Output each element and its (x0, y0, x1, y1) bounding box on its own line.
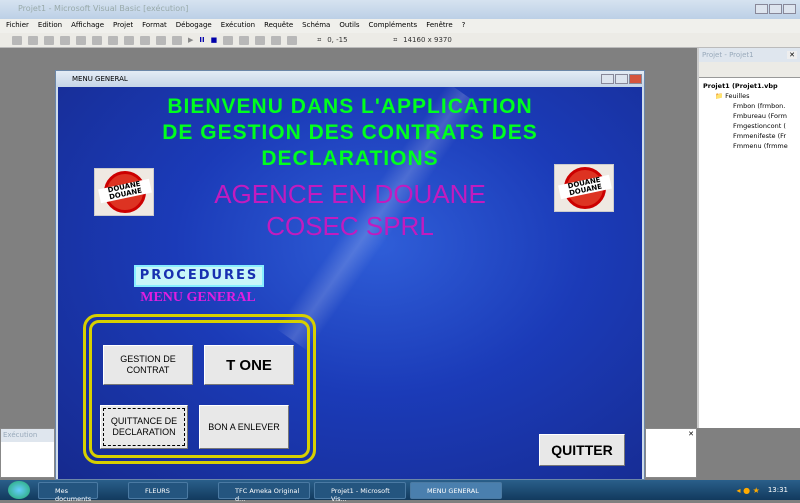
headline-line-1: BIENVENU DANS L'APPLICATION (167, 95, 533, 118)
gestion-contrat-button[interactable]: GESTION DE CONTRAT (103, 345, 193, 385)
douane-logo-right: DOUANE DOUANE (554, 164, 614, 212)
menu-outils[interactable]: Outils (339, 21, 359, 31)
menu-bar: Fichier Edition Affichage Projet Format … (0, 19, 800, 33)
menu-complements[interactable]: Compléments (369, 21, 418, 31)
douane-logo-left: DOUANE DOUANE (94, 168, 154, 216)
quittance-declaration-button[interactable]: QUITTANCE DE DECLARATION (100, 405, 188, 449)
properties-icon[interactable] (239, 35, 250, 45)
bottom-right-panel: ✕ (645, 428, 697, 478)
cut-icon[interactable] (92, 35, 102, 45)
execution-panel: Exécution (0, 428, 55, 478)
add-form-icon[interactable] (28, 35, 38, 45)
form-layout-icon[interactable] (255, 35, 266, 45)
taskbar-projet1[interactable]: Projet1 - Microsoft Vis... (314, 481, 406, 503)
menu-requete[interactable]: Requête (264, 21, 293, 31)
menu-fichier[interactable]: Fichier (6, 21, 29, 31)
menu-fenetre[interactable]: Fenêtre (426, 21, 452, 31)
menu-edition[interactable]: Edition (38, 21, 62, 31)
tree-form-item[interactable]: Fmmenifeste (Fr (703, 131, 800, 141)
tree-project-root[interactable]: Projet1 (Projet1.vbp (703, 81, 800, 91)
menu-execution[interactable]: Exécution (221, 21, 255, 31)
undo-icon[interactable] (156, 35, 166, 45)
find-icon[interactable] (140, 35, 150, 45)
open-icon[interactable] (60, 35, 70, 45)
taskbar-fleurs[interactable]: FLEURS (128, 481, 188, 499)
procedures-label: PROCEDURES (134, 265, 264, 287)
tree-form-item[interactable]: Fmbon (frmbon. (703, 101, 800, 111)
clock[interactable]: 13:31 (768, 486, 788, 494)
project-explorer-icon[interactable] (223, 35, 234, 45)
maximize-button[interactable] (769, 4, 782, 14)
project-explorer: Projet - Projet1 ✕ Projet1 (Projet1.vbp 📁… (697, 48, 800, 428)
menu-debogage[interactable]: Débogage (176, 21, 212, 31)
quitter-button[interactable]: QUITTER (539, 434, 625, 466)
menu-editor-icon[interactable] (44, 35, 54, 45)
tree-form-item[interactable]: Fmgestioncont ( (703, 121, 800, 131)
toolbar: ▶ II ■ ⌗ 0, -15 ⌗ 14160 x 9370 (0, 33, 800, 48)
form-maximize-button[interactable] (615, 74, 628, 84)
taskbar-mes-documents[interactable]: Mes documents (38, 481, 98, 503)
project-explorer-title: Projet - Projet1 (702, 51, 754, 59)
taskbar-menu-general[interactable]: MENU GENERAL (410, 481, 502, 499)
menu-schema[interactable]: Schéma (302, 21, 330, 31)
project-explorer-header: Projet - Projet1 ✕ (699, 48, 800, 62)
form-close-button[interactable] (629, 74, 642, 84)
form-title: MENU GENERAL (72, 75, 128, 83)
menu-help[interactable]: ? (462, 21, 466, 31)
copy-icon[interactable] (108, 35, 118, 45)
menu-general-window: MENU GENERAL BIENVENU DANS L'APPLICATION… (55, 70, 645, 480)
tree-folder-feuilles[interactable]: 📁 Feuilles (703, 91, 800, 101)
project-explorer-toolbar (699, 62, 800, 78)
tree-form-item[interactable]: Fmmenu (frmme (703, 141, 800, 151)
ide-title: Projet1 - Microsoft Visual Basic [exécut… (18, 4, 189, 13)
menu-general-label: MENU GENERAL (140, 290, 256, 305)
taskbar-tfc-ameka[interactable]: TFC Ameka Original d... (218, 481, 310, 503)
form-titlebar: MENU GENERAL (56, 71, 644, 87)
menu-format[interactable]: Format (142, 21, 167, 31)
form-minimize-button[interactable] (601, 74, 614, 84)
object-browser-icon[interactable] (271, 35, 282, 45)
position-readout: 0, -15 (327, 36, 348, 44)
start-button[interactable] (8, 481, 30, 499)
close-button[interactable] (783, 4, 796, 14)
bon-a-enlever-button[interactable]: BON A ENLEVER (199, 405, 289, 449)
tray-icons[interactable]: ◂ ● ★ (737, 486, 760, 495)
pause-icon[interactable]: II (199, 36, 204, 44)
paste-icon[interactable] (124, 35, 134, 45)
add-project-icon[interactable] (12, 35, 22, 45)
close-icon[interactable]: ✕ (787, 51, 797, 59)
save-icon[interactable] (76, 35, 86, 45)
toolbox-icon[interactable] (287, 35, 298, 45)
minimize-button[interactable] (755, 4, 768, 14)
stop-icon[interactable]: ■ (211, 36, 218, 44)
headline-line-2: DE GESTION DES CONTRATS DES (162, 121, 538, 144)
ide-titlebar: Projet1 - Microsoft Visual Basic [exécut… (0, 0, 800, 19)
size-icon: ⌗ (393, 35, 398, 44)
taskbar: Mes documents FLEURS TFC Ameka Original … (0, 480, 800, 503)
execution-panel-title: Exécution (1, 429, 54, 442)
run-icon[interactable]: ▶ (188, 36, 193, 44)
menu-projet[interactable]: Projet (113, 21, 133, 31)
size-readout: 14160 x 9370 (403, 36, 452, 44)
form-client-area: BIENVENU DANS L'APPLICATION DE GESTION D… (58, 87, 642, 479)
menu-affichage[interactable]: Affichage (71, 21, 104, 31)
position-icon: ⌗ (317, 35, 322, 44)
close-icon[interactable]: ✕ (688, 430, 694, 438)
tree-form-item[interactable]: Fmbureau (Form (703, 111, 800, 121)
t-one-button[interactable]: T ONE (204, 345, 294, 385)
redo-icon[interactable] (172, 35, 182, 45)
